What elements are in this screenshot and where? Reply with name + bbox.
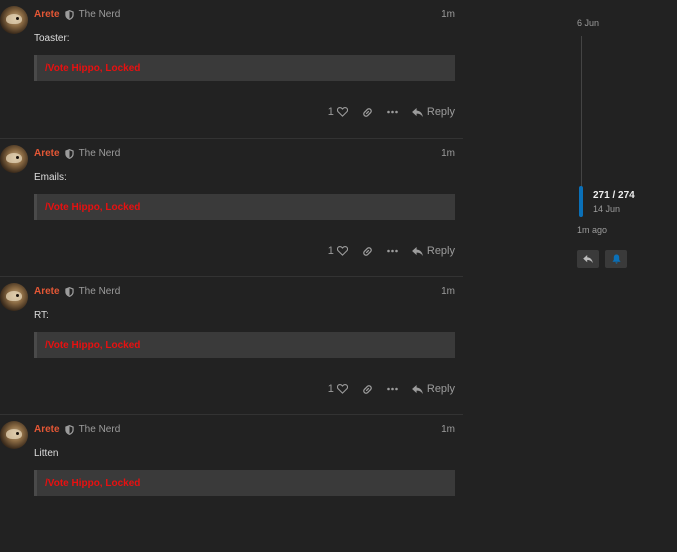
reply-label: Reply xyxy=(426,383,455,395)
quote-text: /Vote Hippo, Locked xyxy=(45,340,141,351)
username[interactable]: Arete xyxy=(34,148,60,159)
timeline-handle[interactable] xyxy=(579,186,583,217)
post-time[interactable]: 1m xyxy=(441,286,455,297)
post: Arete The Nerd 1m Emails: /Vote Hippo, L… xyxy=(0,138,463,276)
post-stream: Arete The Nerd 1m Toaster: /Vote Hippo, … xyxy=(0,0,463,552)
avatar[interactable] xyxy=(0,6,28,34)
user-title: The Nerd xyxy=(78,424,121,435)
shield-icon xyxy=(64,9,74,20)
post-time[interactable]: 1m xyxy=(441,424,455,435)
post-meta: Arete The Nerd xyxy=(34,148,120,159)
post-actions: 1 Reply xyxy=(328,245,455,257)
post: Arete The Nerd 1m Toaster: /Vote Hippo, … xyxy=(0,0,463,138)
post-text: Toaster: xyxy=(34,33,70,44)
post-time[interactable]: 1m xyxy=(441,9,455,20)
avatar[interactable] xyxy=(0,145,28,173)
topic-timeline: 6 Jun 271 / 274 14 Jun 1m ago xyxy=(570,0,677,500)
reply-label: Reply xyxy=(426,245,455,257)
shield-icon xyxy=(64,286,74,297)
heart-icon[interactable] xyxy=(336,246,348,256)
post-text: Emails: xyxy=(34,172,67,183)
timeline-last-activity[interactable]: 1m ago xyxy=(577,225,607,235)
bell-icon xyxy=(611,254,621,264)
post-time[interactable]: 1m xyxy=(441,148,455,159)
post-actions: 1 Reply xyxy=(328,383,455,395)
shield-icon xyxy=(64,148,74,159)
avatar[interactable] xyxy=(0,283,28,311)
post-quote: /Vote Hippo, Locked xyxy=(34,470,455,496)
like-count[interactable]: 1 xyxy=(328,383,334,395)
avatar[interactable] xyxy=(0,421,28,449)
post-meta: Arete The Nerd xyxy=(34,286,120,297)
timeline-reply-button[interactable] xyxy=(577,250,599,268)
reply-button[interactable]: Reply xyxy=(411,106,455,118)
quote-text: /Vote Hippo, Locked xyxy=(45,202,141,213)
user-title: The Nerd xyxy=(78,148,121,159)
link-icon[interactable] xyxy=(362,246,373,257)
post-text: Litten xyxy=(34,448,59,459)
link-icon[interactable] xyxy=(362,107,373,118)
reply-arrow-icon xyxy=(583,255,593,263)
ellipsis-icon[interactable] xyxy=(387,249,398,253)
reply-arrow-icon xyxy=(411,246,423,256)
timeline-current-date: 14 Jun xyxy=(593,204,621,214)
username[interactable]: Arete xyxy=(34,286,60,297)
reply-arrow-icon xyxy=(411,384,423,394)
post-actions: 1 Reply xyxy=(328,106,455,118)
post-quote: /Vote Hippo, Locked xyxy=(34,55,455,81)
reply-button[interactable]: Reply xyxy=(411,383,455,395)
reply-button[interactable]: Reply xyxy=(411,245,455,257)
post-quote: /Vote Hippo, Locked xyxy=(34,332,455,358)
post-quote: /Vote Hippo, Locked xyxy=(34,194,455,220)
post-meta: Arete The Nerd xyxy=(34,9,120,20)
post: Arete The Nerd 1m RT: /Vote Hippo, Locke… xyxy=(0,276,463,414)
heart-icon[interactable] xyxy=(336,384,348,394)
reply-arrow-icon xyxy=(411,107,423,117)
timeline-position: 271 / 274 xyxy=(593,190,635,201)
username[interactable]: Arete xyxy=(34,424,60,435)
like-count[interactable]: 1 xyxy=(328,245,334,257)
ellipsis-icon[interactable] xyxy=(387,387,398,391)
post-text: RT: xyxy=(34,310,49,321)
post-meta: Arete The Nerd xyxy=(34,424,120,435)
heart-icon[interactable] xyxy=(336,107,348,117)
ellipsis-icon[interactable] xyxy=(387,110,398,114)
quote-text: /Vote Hippo, Locked xyxy=(45,63,141,74)
user-title: The Nerd xyxy=(78,9,121,20)
post: Arete The Nerd 1m Litten /Vote Hippo, Lo… xyxy=(0,414,463,552)
link-icon[interactable] xyxy=(362,384,373,395)
quote-text: /Vote Hippo, Locked xyxy=(45,478,141,489)
reply-label: Reply xyxy=(426,106,455,118)
like-count[interactable]: 1 xyxy=(328,106,334,118)
username[interactable]: Arete xyxy=(34,9,60,20)
notifications-button[interactable] xyxy=(605,250,627,268)
timeline-start-date[interactable]: 6 Jun xyxy=(577,18,599,28)
shield-icon xyxy=(64,424,74,435)
user-title: The Nerd xyxy=(78,286,121,297)
